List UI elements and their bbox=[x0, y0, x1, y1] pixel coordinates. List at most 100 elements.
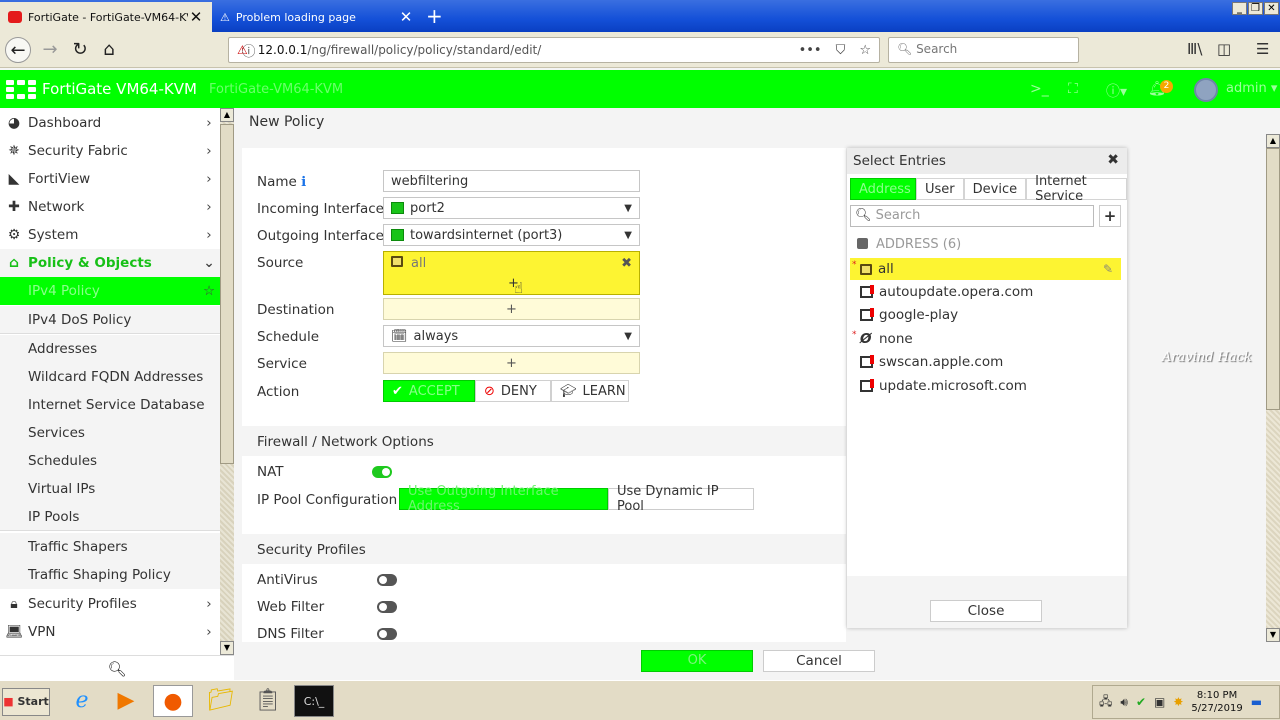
use-dynamic-ip-pool-button[interactable]: Use Dynamic IP Pool bbox=[608, 484, 754, 514]
cli-console-icon[interactable]: >_ bbox=[1030, 81, 1049, 97]
tab-address[interactable]: Address bbox=[850, 178, 916, 200]
sidebar-item-ipv4-policy[interactable]: IPv4 Policy ☆ bbox=[0, 277, 220, 305]
new-tab-button[interactable]: + bbox=[426, 4, 443, 28]
cancel-button[interactable]: Cancel bbox=[763, 650, 875, 672]
browser-search-input[interactable]: 🔍︎ Search bbox=[888, 37, 1079, 63]
tab-problem-loading[interactable]: ⚠ Problem loading page ✕ bbox=[212, 2, 422, 32]
nat-toggle[interactable] bbox=[372, 466, 392, 478]
avatar[interactable] bbox=[1194, 78, 1218, 102]
help-icon[interactable]: ⓘ▾ bbox=[1106, 81, 1127, 101]
menu-icon[interactable]: ☰ bbox=[1256, 40, 1269, 58]
sidebar-item-ip-pools[interactable]: IP Pools bbox=[0, 503, 220, 531]
sidebar-item-vpn[interactable]: 💻︎ VPN › bbox=[0, 618, 220, 646]
usb-safe-icon[interactable]: ✔ bbox=[1136, 695, 1146, 709]
sidebar-item-virtual-ips[interactable]: Virtual IPs bbox=[0, 475, 220, 503]
command-prompt-icon[interactable]: C:\_ bbox=[294, 685, 334, 717]
sidebar-item-network[interactable]: ✚ Network › bbox=[0, 193, 220, 221]
list-item[interactable]: * all ✎ bbox=[850, 258, 1121, 280]
favorite-star-icon[interactable]: ☆ bbox=[198, 283, 220, 299]
tab-fortigate[interactable]: FortiGate - FortiGate-VM64-KVM ✕ bbox=[0, 2, 212, 32]
sidebar-item-security-profiles[interactable]: 🔒︎ Security Profiles › bbox=[0, 590, 220, 618]
forward-button[interactable]: → bbox=[37, 37, 63, 63]
sidebar-item-security-fabric[interactable]: ✵ Security Fabric › bbox=[0, 137, 220, 165]
scroll-thumb[interactable] bbox=[220, 124, 234, 464]
address-group-header[interactable]: ADDRESS (6) bbox=[857, 237, 961, 252]
show-desktop-icon[interactable]: ▬ bbox=[1251, 695, 1262, 709]
close-window-button[interactable]: ✕ bbox=[1264, 2, 1279, 15]
edit-pencil-icon[interactable]: ✎ bbox=[1103, 262, 1113, 276]
tab-internet-service[interactable]: Internet Service bbox=[1026, 174, 1127, 204]
minimize-button[interactable]: _ bbox=[1232, 2, 1247, 15]
scroll-down-arrow[interactable]: ▼ bbox=[1266, 628, 1280, 642]
network-warning-icon[interactable]: 🖧 bbox=[1099, 692, 1112, 713]
outgoing-interface-select[interactable]: towardsinternet (port3) ▼ bbox=[383, 224, 640, 246]
internet-explorer-icon[interactable]: ℯ bbox=[62, 685, 102, 717]
schedule-select[interactable]: 🗓︎ always ▼ bbox=[383, 325, 640, 347]
start-button[interactable]: ■ Start bbox=[2, 688, 50, 716]
scroll-thumb[interactable] bbox=[1266, 148, 1280, 410]
name-field[interactable]: webfiltering bbox=[383, 170, 640, 192]
fullscreen-icon[interactable]: ⛶ bbox=[1068, 81, 1078, 97]
dns-filter-toggle[interactable] bbox=[377, 628, 397, 640]
sidebar-toggle-icon[interactable]: ◫ bbox=[1217, 40, 1231, 58]
list-item[interactable]: google-play bbox=[850, 304, 1121, 326]
sidebar-item-policy-objects[interactable]: ⌂ Policy & Objects ⌄ bbox=[0, 249, 220, 277]
clock[interactable]: 8:10 PM 5/27/2019 bbox=[1191, 689, 1242, 715]
security-alert-icon[interactable]: ✸ bbox=[1173, 695, 1183, 709]
learn-button[interactable]: 🎓︎ LEARN bbox=[551, 380, 629, 402]
incoming-interface-select[interactable]: port2 ▼ bbox=[383, 197, 640, 219]
network-clipboard-icon[interactable]: 📋︎ bbox=[248, 685, 288, 717]
scroll-up-arrow[interactable]: ▲ bbox=[1266, 134, 1280, 148]
sidebar-item-ipv4-dos-policy[interactable]: IPv4 DoS Policy bbox=[0, 306, 220, 334]
list-item[interactable]: swscan.apple.com bbox=[850, 351, 1121, 373]
sidebar-item-internet-service-db[interactable]: Internet Service Database bbox=[0, 391, 220, 419]
deny-button[interactable]: ⊘ DENY bbox=[475, 380, 551, 402]
close-tab-icon[interactable]: ✕ bbox=[398, 8, 414, 26]
sidebar-item-schedules[interactable]: Schedules bbox=[0, 447, 220, 475]
use-outgoing-interface-button[interactable]: Use Outgoing Interface Address bbox=[399, 484, 608, 514]
pocket-icon[interactable]: ⛉ bbox=[836, 43, 846, 58]
page-scrollbar[interactable]: ▲ ▼ bbox=[1266, 134, 1280, 642]
bookmark-star-icon[interactable]: ☆ bbox=[859, 43, 871, 58]
list-item[interactable]: autoupdate.opera.com bbox=[850, 281, 1121, 303]
user-menu[interactable]: admin ▾ bbox=[1226, 81, 1277, 96]
web-filter-toggle[interactable] bbox=[377, 601, 397, 613]
accept-button[interactable]: ✔ ACCEPT bbox=[383, 380, 475, 402]
library-icon[interactable]: Ⅲ\ bbox=[1187, 40, 1202, 58]
close-tab-icon[interactable]: ✕ bbox=[188, 8, 204, 26]
add-entry-button[interactable]: + bbox=[1099, 205, 1121, 227]
collapse-icon[interactable] bbox=[857, 238, 868, 249]
tab-device[interactable]: Device bbox=[963, 178, 1027, 200]
sidebar-search-button[interactable]: 🔍︎ bbox=[0, 655, 234, 681]
antivirus-toggle[interactable] bbox=[377, 574, 397, 586]
more-actions-icon[interactable]: ••• bbox=[799, 43, 822, 58]
back-button[interactable]: ← bbox=[5, 37, 31, 63]
url-bar[interactable]: ⓘ ⚠ 12.0.0.1/ng/firewall/policy/policy/s… bbox=[228, 37, 880, 63]
scroll-down-arrow[interactable]: ▼ bbox=[220, 641, 234, 655]
notifications-bell-icon[interactable]: 🔔︎ 2 bbox=[1148, 80, 1173, 97]
media-player-icon[interactable]: ▶ bbox=[106, 685, 146, 717]
tab-user[interactable]: User bbox=[916, 178, 964, 200]
info-icon[interactable]: ⓘ bbox=[232, 39, 503, 61]
home-button[interactable]: ⌂ bbox=[96, 37, 122, 63]
add-service-button[interactable]: + bbox=[383, 352, 640, 374]
list-item[interactable]: update.microsoft.com bbox=[850, 375, 1121, 397]
sidebar-item-wildcard-fqdn[interactable]: Wildcard FQDN Addresses bbox=[0, 363, 220, 391]
sidebar-item-dashboard[interactable]: ◕ Dashboard › bbox=[0, 109, 220, 137]
close-icon[interactable]: ✖ bbox=[1107, 152, 1119, 168]
sidebar-item-traffic-shapers[interactable]: Traffic Shapers bbox=[0, 533, 220, 561]
ok-button[interactable]: OK bbox=[641, 650, 753, 672]
volume-icon[interactable]: 🔊︎ bbox=[1120, 695, 1128, 710]
close-button[interactable]: Close bbox=[930, 600, 1042, 622]
restore-button[interactable]: ❐ bbox=[1248, 2, 1263, 15]
remove-entry-icon[interactable]: ✖ bbox=[621, 256, 632, 271]
vmware-icon[interactable]: ▣ bbox=[1154, 695, 1165, 709]
list-item[interactable]: * Ønone bbox=[850, 328, 1121, 350]
sidebar-item-services[interactable]: Services bbox=[0, 419, 220, 447]
file-explorer-icon[interactable]: 📁︎ bbox=[201, 685, 241, 717]
sidebar-scrollbar[interactable]: ▲ ▼ bbox=[220, 108, 234, 655]
reload-button[interactable]: ↻ bbox=[67, 37, 93, 63]
add-destination-button[interactable]: + bbox=[383, 298, 640, 320]
sidebar-item-addresses[interactable]: Addresses bbox=[0, 335, 220, 363]
info-icon[interactable]: ℹ bbox=[301, 174, 306, 190]
